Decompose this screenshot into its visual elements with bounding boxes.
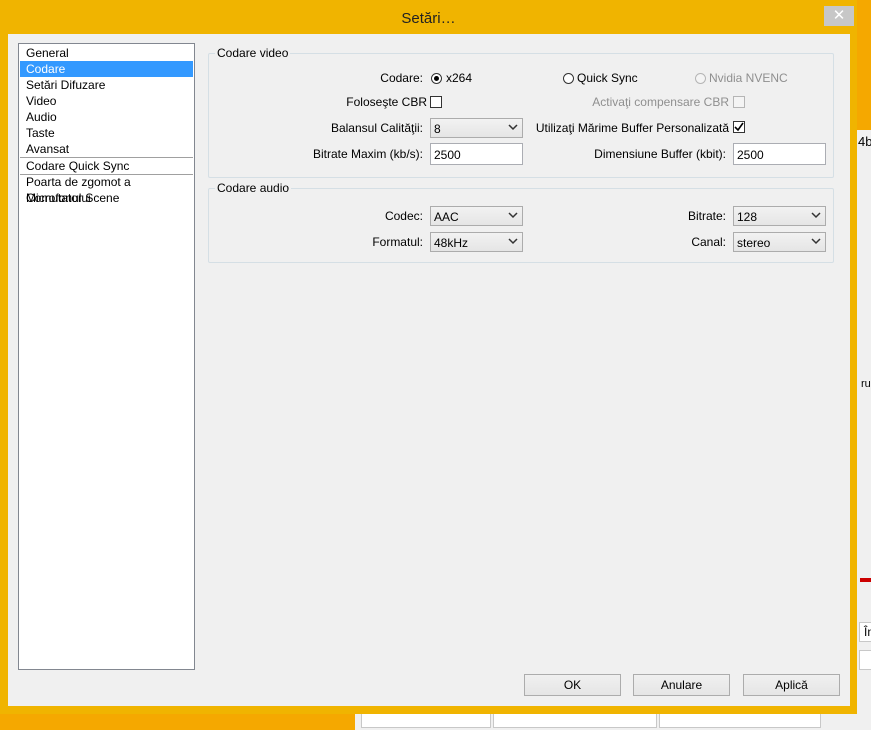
radio-nvidia-nvenc-label: Nvidia NVENC xyxy=(709,71,788,85)
background-fragment: ru xyxy=(861,378,871,390)
radio-selected-dot xyxy=(434,76,439,81)
audio-bitrate-label: Bitrate: xyxy=(687,209,726,223)
nav-item-taste[interactable]: Taste xyxy=(20,125,193,141)
chevron-down-icon xyxy=(508,124,518,131)
audio-bitrate-value: 128 xyxy=(737,210,758,224)
nav-item-noise-gate[interactable]: Poarta de zgomot a Microfonului xyxy=(20,174,193,205)
cbr-padding-label: Activaţi compensare CBR xyxy=(592,95,729,109)
dialog-client-area: General Codare Setări Difuzare Video Aud… xyxy=(8,34,850,706)
audio-bitrate-select[interactable]: 128 xyxy=(733,206,826,226)
buffer-size-input[interactable]: 2500 xyxy=(733,143,826,165)
apply-button[interactable]: Aplică xyxy=(743,674,840,696)
nav-item-general[interactable]: General xyxy=(20,45,193,61)
format-value: 48kHz xyxy=(434,236,469,250)
nav-item-setari-difuzare[interactable]: Setări Difuzare xyxy=(20,77,193,93)
nav-item-audio[interactable]: Audio xyxy=(20,109,193,125)
chevron-down-icon xyxy=(508,212,518,219)
max-bitrate-input[interactable]: 2500 xyxy=(430,143,523,165)
background-fragment: 4b xyxy=(858,134,871,149)
format-select[interactable]: 48kHz xyxy=(430,232,523,252)
background-fragment: În xyxy=(864,625,871,639)
codec-label: Codec: xyxy=(384,209,423,223)
audio-encoding-group: Codare audio Codec: AAC Bitrate: 128 For… xyxy=(208,181,834,263)
cancel-button[interactable]: Anulare xyxy=(633,674,730,696)
nav-item-codare-quick-sync[interactable]: Codare Quick Sync xyxy=(20,158,193,174)
quality-balance-select[interactable]: 8 xyxy=(430,118,523,138)
custom-buffer-label: Utilizaţi Mărime Buffer Personalizată xyxy=(535,121,729,135)
window-title: Setări… xyxy=(401,10,456,27)
checkmark-icon xyxy=(734,122,744,132)
chevron-down-icon xyxy=(811,212,821,219)
video-group-title: Codare video xyxy=(215,46,291,60)
nav-item-codare[interactable]: Codare xyxy=(20,61,193,77)
radio-quick-sync[interactable] xyxy=(563,73,574,84)
encoder-label: Codare: xyxy=(380,71,423,85)
background-field xyxy=(493,712,657,728)
background-red-marker xyxy=(860,578,871,582)
channel-value: stereo xyxy=(737,236,771,250)
video-encoding-group: Codare video Codare: x264 Quick Sync Nvi… xyxy=(208,46,834,178)
cbr-checkbox[interactable] xyxy=(430,96,442,108)
settings-category-list[interactable]: General Codare Setări Difuzare Video Aud… xyxy=(18,43,195,670)
radio-nvidia-nvenc xyxy=(695,73,706,84)
cbr-padding-checkbox xyxy=(733,96,745,108)
background-field xyxy=(659,712,821,728)
radio-x264[interactable] xyxy=(431,73,442,84)
nav-item-avansat[interactable]: Avansat xyxy=(20,141,193,157)
channel-select[interactable]: stereo xyxy=(733,232,826,252)
background-field: În xyxy=(859,622,871,642)
radio-quick-sync-label[interactable]: Quick Sync xyxy=(577,71,638,85)
background-field xyxy=(859,650,871,670)
channel-label: Canal: xyxy=(691,235,726,249)
buffer-size-label: Dimensiune Buffer (kbit): xyxy=(594,147,726,161)
quality-balance-value: 8 xyxy=(434,122,441,136)
custom-buffer-checkbox[interactable] xyxy=(733,121,745,133)
background-field xyxy=(361,712,491,728)
codec-value: AAC xyxy=(434,210,459,224)
audio-group-title: Codare audio xyxy=(215,181,292,195)
settings-dialog: Setări… ✕ General Codare Setări Difuzare… xyxy=(0,0,857,714)
chevron-down-icon xyxy=(811,238,821,245)
nav-item-video[interactable]: Video xyxy=(20,93,193,109)
close-button[interactable]: ✕ xyxy=(824,6,854,26)
codec-select[interactable]: AAC xyxy=(430,206,523,226)
nav-item-comutator-scene[interactable]: Comutator Scene xyxy=(20,190,193,206)
radio-x264-label[interactable]: x264 xyxy=(446,71,472,85)
title-bar[interactable]: Setări… ✕ xyxy=(0,0,857,36)
cbr-label: Foloseşte CBR xyxy=(346,95,427,109)
chevron-down-icon xyxy=(508,238,518,245)
max-bitrate-label: Bitrate Maxim (kb/s): xyxy=(312,147,423,161)
format-label: Formatul: xyxy=(372,235,423,249)
quality-balance-label: Balansul Calităţii: xyxy=(330,121,423,135)
close-icon: ✕ xyxy=(832,7,846,24)
ok-button[interactable]: OK xyxy=(524,674,621,696)
